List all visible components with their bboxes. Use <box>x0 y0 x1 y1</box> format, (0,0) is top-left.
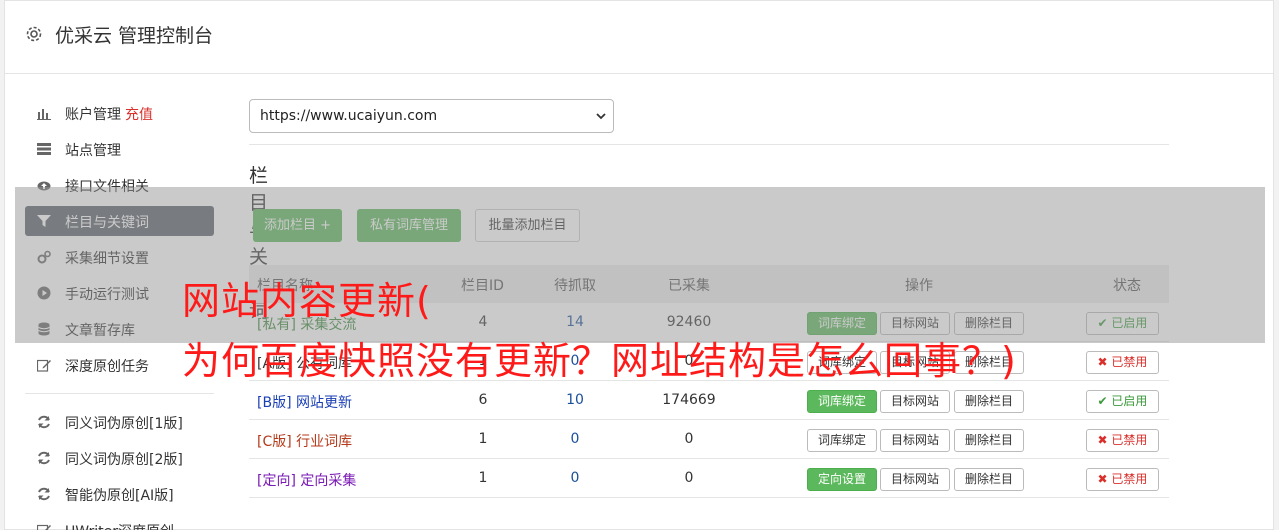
status-label: 已禁用 <box>1111 472 1148 486</box>
status-toggle[interactable]: ✔ 已启用 <box>1086 390 1159 413</box>
column-title: 网站更新 <box>295 395 352 411</box>
status-toggle[interactable]: ✖ 已禁用 <box>1086 429 1159 452</box>
sidebar-divider <box>25 393 214 394</box>
column-name[interactable]: [B版] 网站更新 <box>257 392 352 412</box>
delete-column-button[interactable]: 删除栏目 <box>954 468 1024 491</box>
refresh-icon <box>38 451 50 465</box>
column-name[interactable]: [C版] 行业词库 <box>257 431 352 451</box>
column-id: 1 <box>478 431 488 447</box>
recharge-link[interactable]: 充值 <box>125 107 153 123</box>
status-toggle[interactable]: ✖ 已禁用 <box>1086 468 1159 491</box>
sidebar-item-label: UWriter深度原创 <box>65 521 174 530</box>
page-title: 优采云 管理控制台 <box>55 25 214 47</box>
pending-count[interactable]: 0 <box>545 470 605 486</box>
divider <box>249 144 1169 145</box>
status-toggle[interactable]: ✖ 已禁用 <box>1086 351 1159 374</box>
target-site-button[interactable]: 目标网站 <box>880 429 950 452</box>
bar-chart-icon <box>37 109 51 120</box>
delete-column-button[interactable]: 删除栏目 <box>954 390 1024 413</box>
check-icon: ✔ <box>1097 394 1112 408</box>
pending-count[interactable]: 0 <box>545 431 605 447</box>
sidebar-item-synonym-v1[interactable]: 同义词伪原创[1版] <box>25 407 214 437</box>
sidebar-item-account[interactable]: 账户管理 充值 <box>25 98 214 128</box>
column-title: 行业词库 <box>296 434 353 450</box>
sidebar-item-sites[interactable]: 站点管理 <box>25 134 214 164</box>
close-icon: ✖ <box>1097 472 1112 486</box>
overlay-headline-line1: 网站内容更新( <box>182 279 432 323</box>
sidebar-item-label: 同义词伪原创[2版] <box>65 452 183 468</box>
bind-lib-button[interactable]: 词库绑定 <box>807 390 877 413</box>
pending-count[interactable]: 10 <box>545 392 605 408</box>
sidebar-item-label: 账户管理 <box>65 107 121 123</box>
status-label: 已禁用 <box>1111 433 1148 447</box>
column-name[interactable]: [定向] 定向采集 <box>257 470 356 490</box>
column-id: 6 <box>478 392 488 408</box>
collected-count: 0 <box>684 470 694 486</box>
close-icon: ✖ <box>1097 355 1112 369</box>
edit-icon <box>37 359 51 372</box>
refresh-icon <box>38 487 50 501</box>
sidebar-item-ai-rewrite[interactable]: 智能伪原创[AI版] <box>25 479 214 509</box>
table-row: [C版] 行业词库 1 0 0 词库绑定 目标网站 删除栏目 ✖ 已禁用 <box>249 420 1169 459</box>
collected-count: 174669 <box>662 392 716 408</box>
sidebar-item-label: 同义词伪原创[1版] <box>65 416 183 432</box>
column-tag: [B版] <box>257 395 292 411</box>
edit-icon <box>37 524 51 530</box>
chevron-down-icon <box>596 113 606 120</box>
bind-lib-button[interactable]: 词库绑定 <box>807 429 877 452</box>
server-icon <box>37 143 51 155</box>
table-row: [定向] 定向采集 1 0 0 定向设置 目标网站 删除栏目 ✖ 已禁用 <box>249 459 1169 498</box>
close-icon: ✖ <box>1097 433 1112 447</box>
sidebar-item-synonym-v2[interactable]: 同义词伪原创[2版] <box>25 443 214 473</box>
column-title: 定向采集 <box>300 473 357 489</box>
target-site-button[interactable]: 目标网站 <box>880 468 950 491</box>
refresh-icon <box>38 415 50 429</box>
page-header: 优采云 管理控制台 <box>5 1 1273 74</box>
sidebar-item-label: 深度原创任务 <box>65 359 149 375</box>
sidebar-item-label: 站点管理 <box>65 143 121 159</box>
overlay-headline-line2: 为何百度快照没有更新？网址结构是怎么回事？) <box>182 339 1017 383</box>
gear-icon <box>26 26 42 42</box>
site-select[interactable]: https://www.ucaiyun.com <box>249 99 614 133</box>
column-id: 1 <box>478 470 488 486</box>
site-select-value: https://www.ucaiyun.com <box>260 108 438 124</box>
sidebar-item-label: 智能伪原创[AI版] <box>65 488 174 504</box>
bind-lib-button[interactable]: 定向设置 <box>807 468 877 491</box>
table-row: [B版] 网站更新 6 10 174669 词库绑定 目标网站 删除栏目 ✔ 已启用 <box>249 381 1169 420</box>
sidebar-item-uwriter[interactable]: UWriter深度原创 <box>25 515 214 530</box>
column-tag: [C版] <box>257 434 292 450</box>
target-site-button[interactable]: 目标网站 <box>880 390 950 413</box>
delete-column-button[interactable]: 删除栏目 <box>954 429 1024 452</box>
collected-count: 0 <box>684 431 694 447</box>
column-tag: [定向] <box>257 473 296 489</box>
status-label: 已启用 <box>1111 394 1148 408</box>
status-label: 已禁用 <box>1111 355 1148 369</box>
